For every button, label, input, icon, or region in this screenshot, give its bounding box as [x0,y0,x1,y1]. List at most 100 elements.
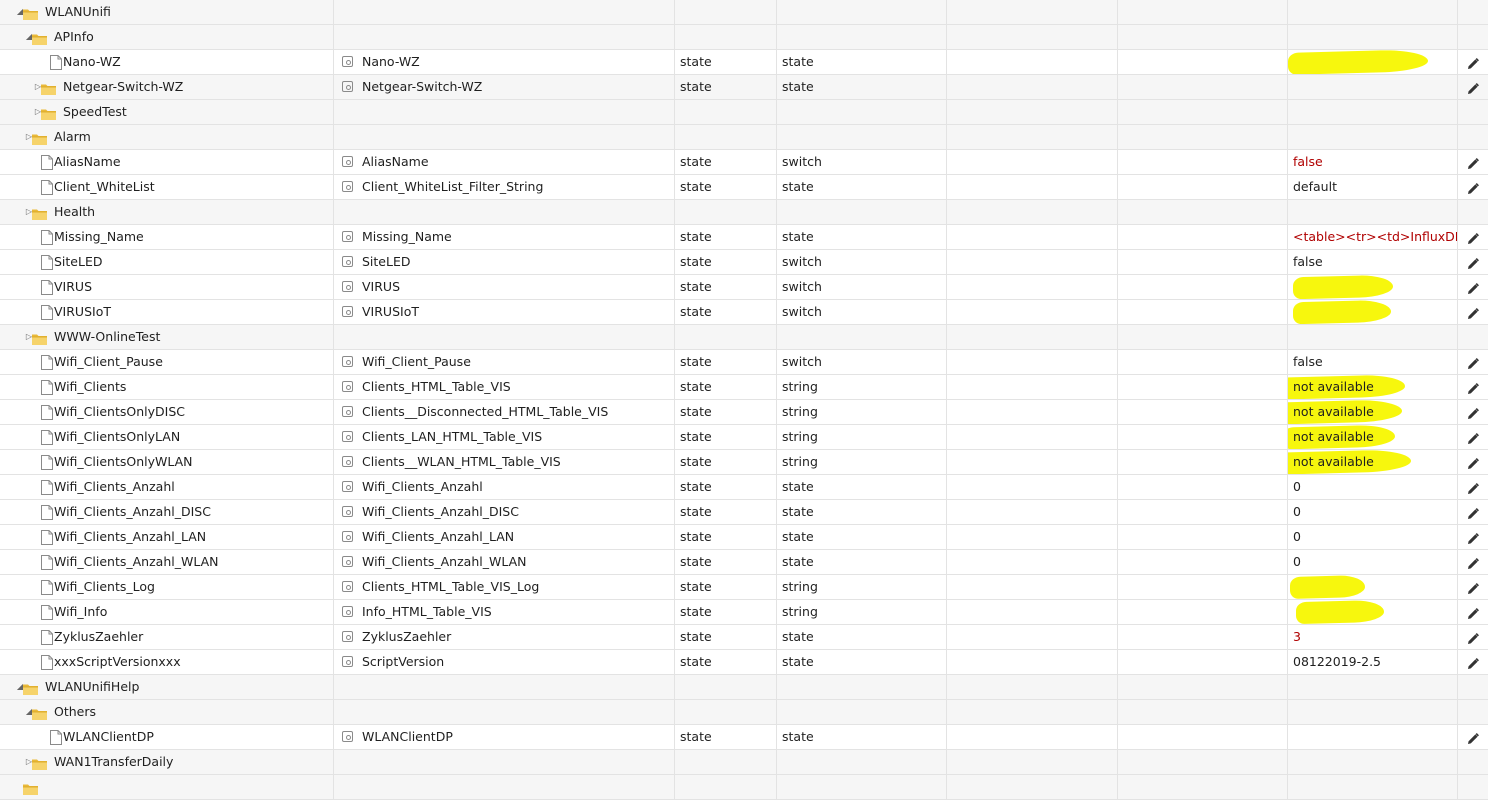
value-label[interactable]: default [1293,175,1337,199]
name-cell [334,675,675,699]
value-label[interactable]: 0 [1293,550,1301,574]
tree-state-row[interactable]: WLANClientDP WLANClientDP state state [0,725,1488,750]
edit-pencil-icon[interactable] [1466,355,1480,369]
id-cell: Wifi_ClientsOnlyLAN [0,425,334,449]
tree-state-row[interactable]: SiteLED SiteLED state switch false [0,250,1488,275]
tree-state-row[interactable]: Wifi_ClientsOnlyWLAN Clients__WLAN_HTML_T… [0,450,1488,475]
edit-pencil-icon[interactable] [1466,730,1480,744]
edit-pencil-icon[interactable] [1466,630,1480,644]
file-icon [41,254,53,270]
value-label[interactable]: not available [1293,375,1374,399]
value-label[interactable]: 3 [1293,625,1301,649]
tree-state-row[interactable]: xxxScriptVersionxxx ScriptVersion state sta… [0,650,1488,675]
edit-pencil-icon[interactable] [1466,530,1480,544]
function-cell [1118,600,1288,624]
value-label[interactable]: 08122019-2.5 [1293,650,1381,674]
edit-pencil-icon[interactable] [1466,505,1480,519]
edit-pencil-icon[interactable] [1466,580,1480,594]
tree-state-row[interactable]: Wifi_Clients_Anzahl_LAN Wifi_Clients_Anza… [0,525,1488,550]
role-cell: switch [777,300,947,324]
tree-state-row[interactable]: Wifi_Clients_Log Clients_HTML_Table_VIS_L… [0,575,1488,600]
edit-pencil-icon[interactable] [1466,455,1480,469]
edit-pencil-icon[interactable] [1466,380,1480,394]
value-label[interactable]: 0 [1293,525,1301,549]
room-cell [947,400,1118,424]
tree-state-row[interactable]: Wifi_Clients_Anzahl_WLAN Wifi_Clients_Anz… [0,550,1488,575]
tree-folder-row[interactable]: ▷ SpeedTest [0,100,1488,125]
tree-state-row[interactable]: AliasName AliasName state switch false [0,150,1488,175]
type-label: state [680,729,712,744]
tree-folder-row[interactable]: ◢ Others [0,700,1488,725]
function-cell [1118,775,1288,799]
value-label[interactable]: not available [1293,450,1374,474]
type-cell: state [675,250,777,274]
edit-pencil-icon[interactable] [1466,430,1480,444]
tree-state-row[interactable]: Client_WhiteList Client_WhiteList_Filter_… [0,175,1488,200]
edit-pencil-icon[interactable] [1466,605,1480,619]
name-cell: Clients__Disconnected_HTML_Table_VIS [334,400,675,424]
tree-folder-row[interactable]: ◢ APInfo [0,25,1488,50]
tree-state-row[interactable]: VIRUSIoT VIRUSIoT state switch [0,300,1488,325]
edit-pencil-icon[interactable] [1466,655,1480,669]
value-cell [1288,725,1458,749]
tree-state-row[interactable]: ZyklusZaehler ZyklusZaehler state state 3 [0,625,1488,650]
tree-state-row[interactable]: Wifi_Clients_Anzahl_DISC Wifi_Clients_Anz… [0,500,1488,525]
edit-pencil-icon[interactable] [1466,255,1480,269]
folder-icon [40,80,57,95]
edit-pencil-icon[interactable] [1466,305,1480,319]
tree-folder-row[interactable]: ▷ Health [0,200,1488,225]
tree-folder-row[interactable]: ◢ WLANUnifi [0,0,1488,25]
tree-state-row[interactable]: Wifi_Info Info_HTML_Table_VIS state string [0,600,1488,625]
type-cell [675,675,777,699]
tree-folder-row[interactable] [0,775,1488,800]
file-icon [41,629,53,645]
value-label[interactable]: 0 [1293,475,1301,499]
edit-pencil-icon[interactable] [1466,180,1480,194]
function-cell [1118,325,1288,349]
edit-pencil-icon[interactable] [1466,80,1480,94]
value-cell: 0 [1288,500,1458,524]
name-cell: Info_HTML_Table_VIS [334,600,675,624]
value-label[interactable]: not available [1293,400,1374,424]
edit-pencil-icon[interactable] [1466,280,1480,294]
tree-state-row[interactable]: Missing_Name Missing_Name state state <table… [0,225,1488,250]
tree-state-row[interactable]: Wifi_Clients Clients_HTML_Table_VIS state s… [0,375,1488,400]
state-type-icon [342,631,353,642]
role-cell: state [777,50,947,74]
type-cell: state [675,500,777,524]
edit-pencil-icon[interactable] [1466,155,1480,169]
tree-state-row[interactable]: Wifi_Client_Pause Wifi_Client_Pause state s… [0,350,1488,375]
tree-state-row[interactable]: Wifi_Clients_Anzahl Wifi_Clients_Anzahl st… [0,475,1488,500]
tree-state-row[interactable]: VIRUS VIRUS state switch [0,275,1488,300]
objects-tree-table: ◢ WLANUnifi ◢ APInfo Nano-WZ Nano-WZ state stat… [0,0,1488,800]
tree-folder-row[interactable]: ▷ WAN1TransferDaily [0,750,1488,775]
function-cell [1118,575,1288,599]
state-type-icon [342,656,353,667]
tree-folder-row[interactable]: ▷ Alarm [0,125,1488,150]
tree-state-row[interactable]: Wifi_ClientsOnlyDISC Clients__Disconnecte… [0,400,1488,425]
value-label[interactable]: false [1293,150,1323,174]
edit-pencil-icon[interactable] [1466,230,1480,244]
value-label[interactable]: <table><tr><td>InfluxDB -- [1293,225,1457,249]
tree-folder-row[interactable]: ◢ WLANUnifiHelp [0,675,1488,700]
value-label[interactable]: not available [1293,425,1374,449]
tree-folder-row[interactable]: ▷ Netgear-Switch-WZ Netgear-Switch-WZ state… [0,75,1488,100]
edit-pencil-icon[interactable] [1466,55,1480,69]
edit-pencil-icon[interactable] [1466,480,1480,494]
tree-state-row[interactable]: Nano-WZ Nano-WZ state state [0,50,1488,75]
tree-folder-row[interactable]: ▷ WWW-OnlineTest [0,325,1488,350]
state-type-icon [342,581,353,592]
value-label[interactable]: 0 [1293,500,1301,524]
tree-state-row[interactable]: Wifi_ClientsOnlyLAN Clients_LAN_HTML_Tabl… [0,425,1488,450]
value-label[interactable]: false [1293,250,1323,274]
folder-icon [31,30,48,45]
value-label[interactable]: false [1293,350,1323,374]
id-cell: ▷ Netgear-Switch-WZ [0,75,334,99]
action-cell [1458,625,1488,649]
edit-pencil-icon[interactable] [1466,555,1480,569]
role-label: switch [782,254,822,269]
name-cell: Clients_HTML_Table_VIS_Log [334,575,675,599]
name-cell: Wifi_Clients_Anzahl_DISC [334,500,675,524]
edit-pencil-icon[interactable] [1466,405,1480,419]
name-cell: Wifi_Clients_Anzahl_WLAN [334,550,675,574]
